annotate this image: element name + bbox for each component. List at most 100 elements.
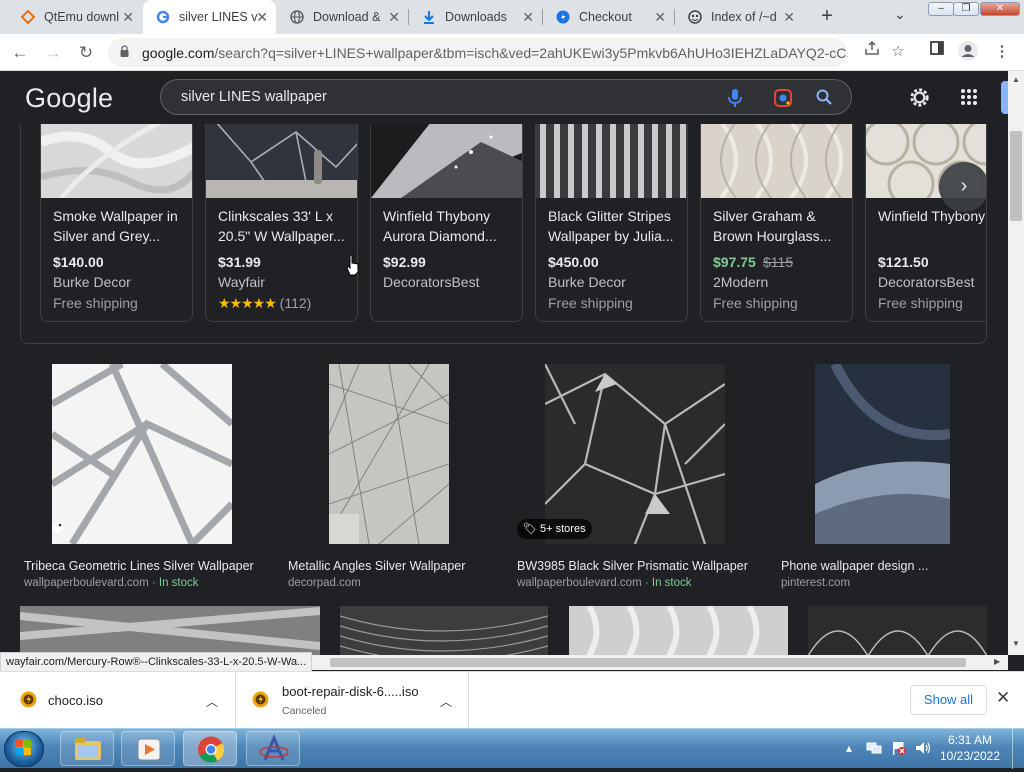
back-arrow-icon[interactable]: ← — [7, 40, 33, 66]
product-title: Clinkscales 33' L x 20.5" W Wallpaper... — [218, 208, 345, 244]
tab-silver-lines[interactable]: silver LINES v ✕ — [143, 0, 276, 34]
google-icon — [155, 9, 171, 25]
download-item[interactable]: choco.iso ︿ — [0, 672, 236, 729]
profile-avatar-icon[interactable] — [956, 40, 980, 64]
omnibox[interactable]: google.com/search?q=silver+LINES+wallpap… — [108, 38, 848, 67]
image-result[interactable]: Tribeca Geometric Lines Silver Wallpaper… — [24, 364, 274, 599]
kebab-menu-icon[interactable]: ⋮ — [990, 40, 1014, 64]
close-tab-icon[interactable]: ✕ — [256, 9, 268, 25]
search-input[interactable]: silver LINES wallpaper — [181, 89, 327, 105]
tab-divider — [674, 9, 675, 25]
account-button-edge[interactable] — [1001, 81, 1008, 114]
tab-download[interactable]: Download & ✕ — [277, 0, 408, 34]
carousel-next-button[interactable]: › — [939, 162, 986, 212]
result-title[interactable]: Tribeca Geometric Lines Silver Wallpaper — [24, 559, 254, 573]
scroll-up-arrow-icon[interactable]: ▲ — [1012, 75, 1020, 84]
result-image[interactable] — [808, 606, 987, 655]
show-hidden-icons-icon[interactable]: ▴ — [846, 741, 852, 755]
windows-logo-icon — [16, 740, 31, 755]
product-card[interactable]: Clinkscales 33' L x 20.5" W Wallpaper...… — [205, 124, 358, 322]
download-item[interactable]: boot-repair-disk-6.....iso Canceled ︿ — [237, 672, 469, 729]
product-card[interactable]: Smoke Wallpaper in Silver and Grey... $1… — [40, 124, 193, 322]
scrollbar-thumb[interactable] — [330, 658, 966, 667]
result-image[interactable] — [815, 364, 950, 544]
show-desktop-button[interactable] — [1012, 729, 1024, 769]
product-card[interactable]: Silver Graham & Brown Hourglass... $97.7… — [700, 124, 853, 322]
close-tab-icon[interactable]: ✕ — [388, 9, 400, 25]
apps-grid-icon[interactable] — [960, 88, 978, 111]
google-lens-icon[interactable] — [773, 88, 793, 113]
lock-icon[interactable] — [120, 45, 129, 57]
tab-index[interactable]: Index of /~d ✕ — [675, 0, 803, 34]
show-all-downloads-button[interactable]: Show all — [910, 685, 987, 715]
product-image[interactable] — [371, 124, 522, 198]
result-title[interactable]: Metallic Angles Silver Wallpaper — [288, 559, 465, 573]
scrollbar-thumb[interactable] — [1010, 131, 1022, 221]
maximize-button[interactable]: ❐ — [953, 2, 979, 16]
side-panel-icon[interactable] — [925, 40, 949, 64]
result-source[interactable]: wallpaperboulevard.com · In stock — [517, 577, 692, 589]
network-icon[interactable] — [866, 741, 882, 758]
new-tab-button[interactable]: + — [815, 4, 839, 28]
result-image[interactable] — [340, 606, 548, 655]
product-shipping: Free shipping — [713, 295, 798, 311]
result-source[interactable]: decorpad.com — [288, 577, 361, 589]
action-center-flag-icon[interactable] — [891, 741, 907, 758]
bookmark-star-icon[interactable]: ☆ — [886, 40, 910, 64]
close-tab-icon[interactable]: ✕ — [122, 9, 134, 25]
settings-gear-icon[interactable] — [908, 86, 931, 114]
system-clock[interactable]: 6:31 AM 10/23/2022 — [935, 732, 1005, 764]
result-title[interactable]: BW3985 Black Silver Prismatic Wallpaper — [517, 559, 748, 573]
product-card[interactable]: Winfield Thybony Aurora Diamond... $92.9… — [370, 124, 523, 322]
start-button[interactable] — [4, 731, 44, 767]
share-icon[interactable] — [860, 40, 884, 64]
result-image[interactable] — [569, 606, 788, 655]
chevron-up-icon[interactable]: ︿ — [440, 693, 452, 710]
product-title: Smoke Wallpaper in Silver and Grey... — [53, 208, 178, 244]
product-card[interactable]: Winfield Thybony Perlow Silver Lini $121… — [865, 124, 986, 322]
result-image[interactable] — [329, 364, 449, 544]
url-text[interactable]: google.com/search?q=silver+LINES+wallpap… — [142, 45, 848, 61]
minimize-button[interactable]: – — [928, 2, 954, 16]
result-title[interactable]: Phone wallpaper design ... — [781, 559, 928, 573]
scroll-down-arrow-icon[interactable]: ▼ — [1012, 639, 1020, 648]
close-tab-icon[interactable]: ✕ — [654, 9, 666, 25]
product-card[interactable]: Black Glitter Stripes Wallpaper by Julia… — [535, 124, 688, 322]
result-source[interactable]: pinterest.com — [781, 577, 850, 589]
volume-speaker-icon[interactable] — [915, 741, 931, 758]
product-image[interactable] — [536, 124, 687, 198]
result-image[interactable] — [52, 364, 232, 544]
taskbar-media-player[interactable] — [121, 731, 175, 766]
tab-search-chevron-icon[interactable]: ⌄ — [894, 6, 906, 23]
vertical-scrollbar[interactable]: ▲ ▼ — [1008, 71, 1024, 655]
result-source[interactable]: wallpaperboulevard.com · In stock — [24, 577, 199, 589]
result-image[interactable] — [20, 606, 320, 655]
search-icon[interactable] — [815, 88, 833, 111]
google-logo[interactable]: Google — [25, 83, 113, 114]
product-price: $450.00 — [548, 254, 599, 270]
close-tab-icon[interactable]: ✕ — [783, 9, 795, 25]
image-result[interactable]: Phone wallpaper design ... pinterest.com — [781, 364, 991, 599]
close-window-button[interactable]: ✕ — [980, 2, 1020, 16]
microphone-icon[interactable] — [727, 88, 743, 113]
product-image[interactable] — [41, 124, 192, 200]
taskbar-explorer[interactable] — [60, 731, 114, 766]
forward-arrow-icon[interactable]: → — [40, 40, 66, 66]
image-result[interactable]: Metallic Angles Silver Wallpaper decorpa… — [288, 364, 488, 599]
reload-icon[interactable]: ↻ — [73, 40, 99, 66]
product-image[interactable] — [701, 124, 852, 200]
search-box[interactable]: silver LINES wallpaper — [160, 79, 852, 115]
tab-checkout[interactable]: Checkout ✕ — [543, 0, 674, 34]
image-result[interactable]: 🏷 5+ stores BW3985 Black Silver Prismati… — [517, 364, 767, 599]
tab-downloads[interactable]: Downloads ✕ — [409, 0, 542, 34]
product-image[interactable] — [206, 124, 357, 199]
close-download-shelf-icon[interactable]: ✕ — [996, 688, 1010, 708]
tab-qtemu[interactable]: QtEmu downl ✕ — [8, 0, 142, 34]
taskbar-chrome[interactable] — [183, 731, 237, 766]
close-tab-icon[interactable]: ✕ — [522, 9, 534, 25]
taskbar-app[interactable] — [246, 731, 300, 766]
result-image[interactable] — [545, 364, 725, 544]
chevron-up-icon[interactable]: ︿ — [206, 693, 218, 710]
scroll-right-arrow-icon[interactable]: ▶ — [994, 657, 1000, 666]
product-title: Black Glitter Stripes Wallpaper by Julia… — [548, 208, 674, 244]
